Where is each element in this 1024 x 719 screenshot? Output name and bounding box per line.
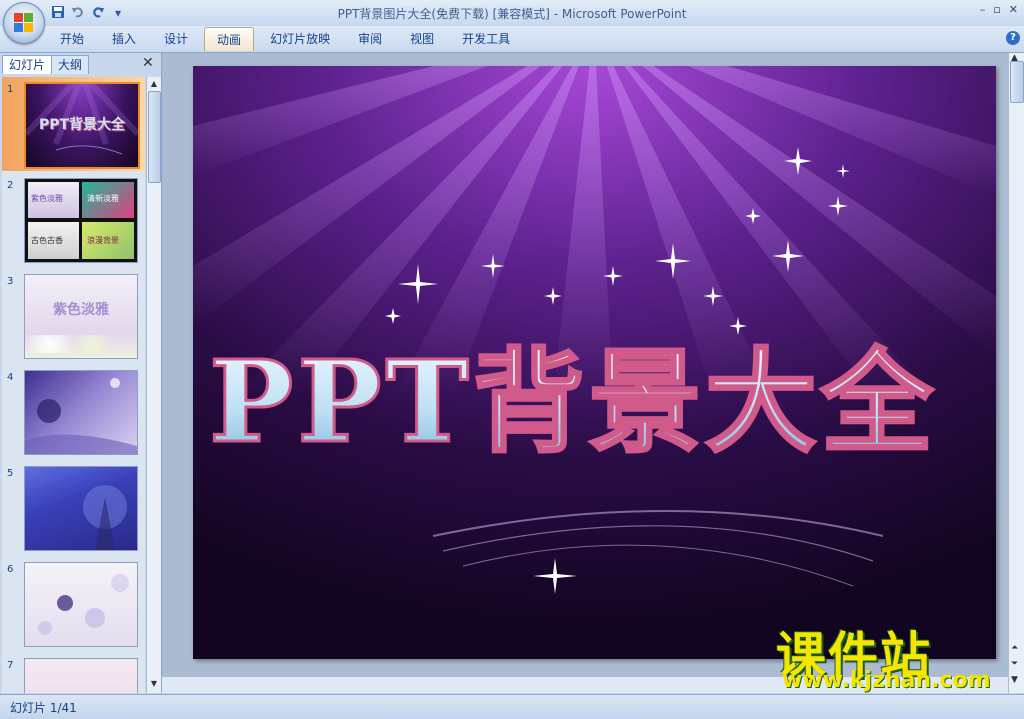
tab-slides[interactable]: 幻灯片 xyxy=(2,55,53,74)
tab-developer[interactable]: 开发工具 xyxy=(450,27,522,51)
thumb-text: 古色古香 xyxy=(31,236,63,245)
slide-thumb-image xyxy=(24,562,138,647)
slide-editor: PPT背景大全 xyxy=(162,53,1008,693)
next-slide-icon[interactable]: ⏷ xyxy=(1011,659,1018,669)
tab-insert[interactable]: 插入 xyxy=(100,27,148,51)
thumb-text: 清新淡雅 xyxy=(87,194,119,203)
close-button[interactable]: ✕ xyxy=(1009,3,1018,16)
slide-thumb-image: 紫色淡雅 清新淡雅 古色古香 浪漫背景 xyxy=(24,178,138,263)
save-icon[interactable] xyxy=(50,5,66,21)
ribbon: 开始 插入 设计 动画 幻灯片放映 审阅 视图 开发工具 ? xyxy=(0,26,1024,53)
redo-icon[interactable] xyxy=(90,5,106,21)
scroll-down-icon[interactable]: ▼ xyxy=(149,679,159,689)
slide-number: 2 xyxy=(7,180,14,191)
slide-thumbnail-2[interactable]: 2 紫色淡雅 清新淡雅 古色古香 浪漫背景 xyxy=(2,173,145,267)
current-slide[interactable]: PPT背景大全 xyxy=(193,66,996,659)
minimize-button[interactable]: – xyxy=(980,3,986,16)
slides-panel: 幻灯片 大纲 ✕ 1 PPT背景大全 2 紫色淡雅 清新淡雅 古色古香 浪漫背景… xyxy=(0,53,162,693)
slide-background: PPT背景大全 xyxy=(193,66,996,659)
thumbnails-scrollbar[interactable]: ▲ ▼ xyxy=(146,77,161,693)
window-title: PPT背景图片大全(免费下载) [兼容模式] - Microsoft Power… xyxy=(337,7,687,21)
previous-slide-icon[interactable]: ⏶ xyxy=(1011,643,1018,653)
tab-view[interactable]: 视图 xyxy=(398,27,446,51)
slide-thumbnail-4[interactable]: 4 xyxy=(2,365,145,459)
thumb-text: 浪漫背景 xyxy=(87,236,119,245)
tab-animations[interactable]: 动画 xyxy=(204,27,255,51)
slide-number: 7 xyxy=(7,660,14,671)
slide-thumbnail-3[interactable]: 3 紫色淡雅 xyxy=(2,269,145,363)
scroll-thumb[interactable] xyxy=(1010,61,1024,103)
editor-vertical-scrollbar[interactable]: ▲ ⏶ ⏷ ▼ xyxy=(1008,53,1024,693)
slide-thumbnail-6[interactable]: 6 xyxy=(2,557,145,651)
close-panel-icon[interactable]: ✕ xyxy=(142,55,154,71)
tab-home[interactable]: 开始 xyxy=(48,27,96,51)
ribbon-tabs: 开始 插入 设计 动画 幻灯片放映 审阅 视图 开发工具 xyxy=(48,27,526,51)
help-icon[interactable]: ? xyxy=(1006,31,1020,45)
office-logo-icon xyxy=(14,13,34,33)
scroll-down-icon[interactable]: ▼ xyxy=(1011,675,1018,685)
thumb-text: 紫色淡雅 xyxy=(31,194,63,203)
office-button[interactable] xyxy=(3,2,45,44)
slide-thumb-title: 紫色淡雅 xyxy=(53,302,109,318)
slide-thumb-image xyxy=(24,370,138,455)
slide-thumb-image xyxy=(24,466,138,551)
window-controls: – ▫ ✕ xyxy=(980,3,1018,16)
title-bar: PPT背景图片大全(免费下载) [兼容模式] - Microsoft Power… xyxy=(0,0,1024,26)
scroll-thumb[interactable] xyxy=(148,91,161,183)
customize-qat-icon[interactable]: ▾ xyxy=(110,5,126,21)
slide-number: 4 xyxy=(7,372,14,383)
slide-title: PPT背景大全 xyxy=(209,337,937,468)
tab-design[interactable]: 设计 xyxy=(152,27,200,51)
undo-icon[interactable] xyxy=(70,5,86,21)
slide-thumb-image: PPT背景大全 xyxy=(24,82,140,169)
scroll-up-icon[interactable]: ▲ xyxy=(149,79,159,89)
panel-tabs: 幻灯片 大纲 xyxy=(2,55,90,75)
watermark-url: www.kjzhan.com xyxy=(782,668,991,693)
slide-thumb-image xyxy=(24,658,138,693)
slide-count-status: 幻灯片 1/41 xyxy=(10,701,77,715)
slide-number: 3 xyxy=(7,276,14,287)
tab-slide-show[interactable]: 幻灯片放映 xyxy=(258,27,342,51)
tab-review[interactable]: 审阅 xyxy=(346,27,394,51)
slide-number: 6 xyxy=(7,564,14,575)
slide-number: 5 xyxy=(7,468,14,479)
restore-button[interactable]: ▫ xyxy=(993,3,1000,16)
slide-thumbnail-7[interactable]: 7 xyxy=(2,653,145,693)
status-bar: 幻灯片 1/41 xyxy=(0,694,1024,719)
quick-access-toolbar: ▾ xyxy=(50,4,126,22)
tab-outline[interactable]: 大纲 xyxy=(51,55,90,74)
slide-thumb-image: 紫色淡雅 xyxy=(24,274,138,359)
slide-thumbnails: 1 PPT背景大全 2 紫色淡雅 清新淡雅 古色古香 浪漫背景 3 紫色淡雅 4… xyxy=(2,77,145,693)
slide-thumbnail-1[interactable]: 1 PPT背景大全 xyxy=(2,77,145,171)
slide-thumbnail-5[interactable]: 5 xyxy=(2,461,145,555)
slide-thumb-title: PPT背景大全 xyxy=(38,117,126,133)
slide-number: 1 xyxy=(7,84,14,95)
